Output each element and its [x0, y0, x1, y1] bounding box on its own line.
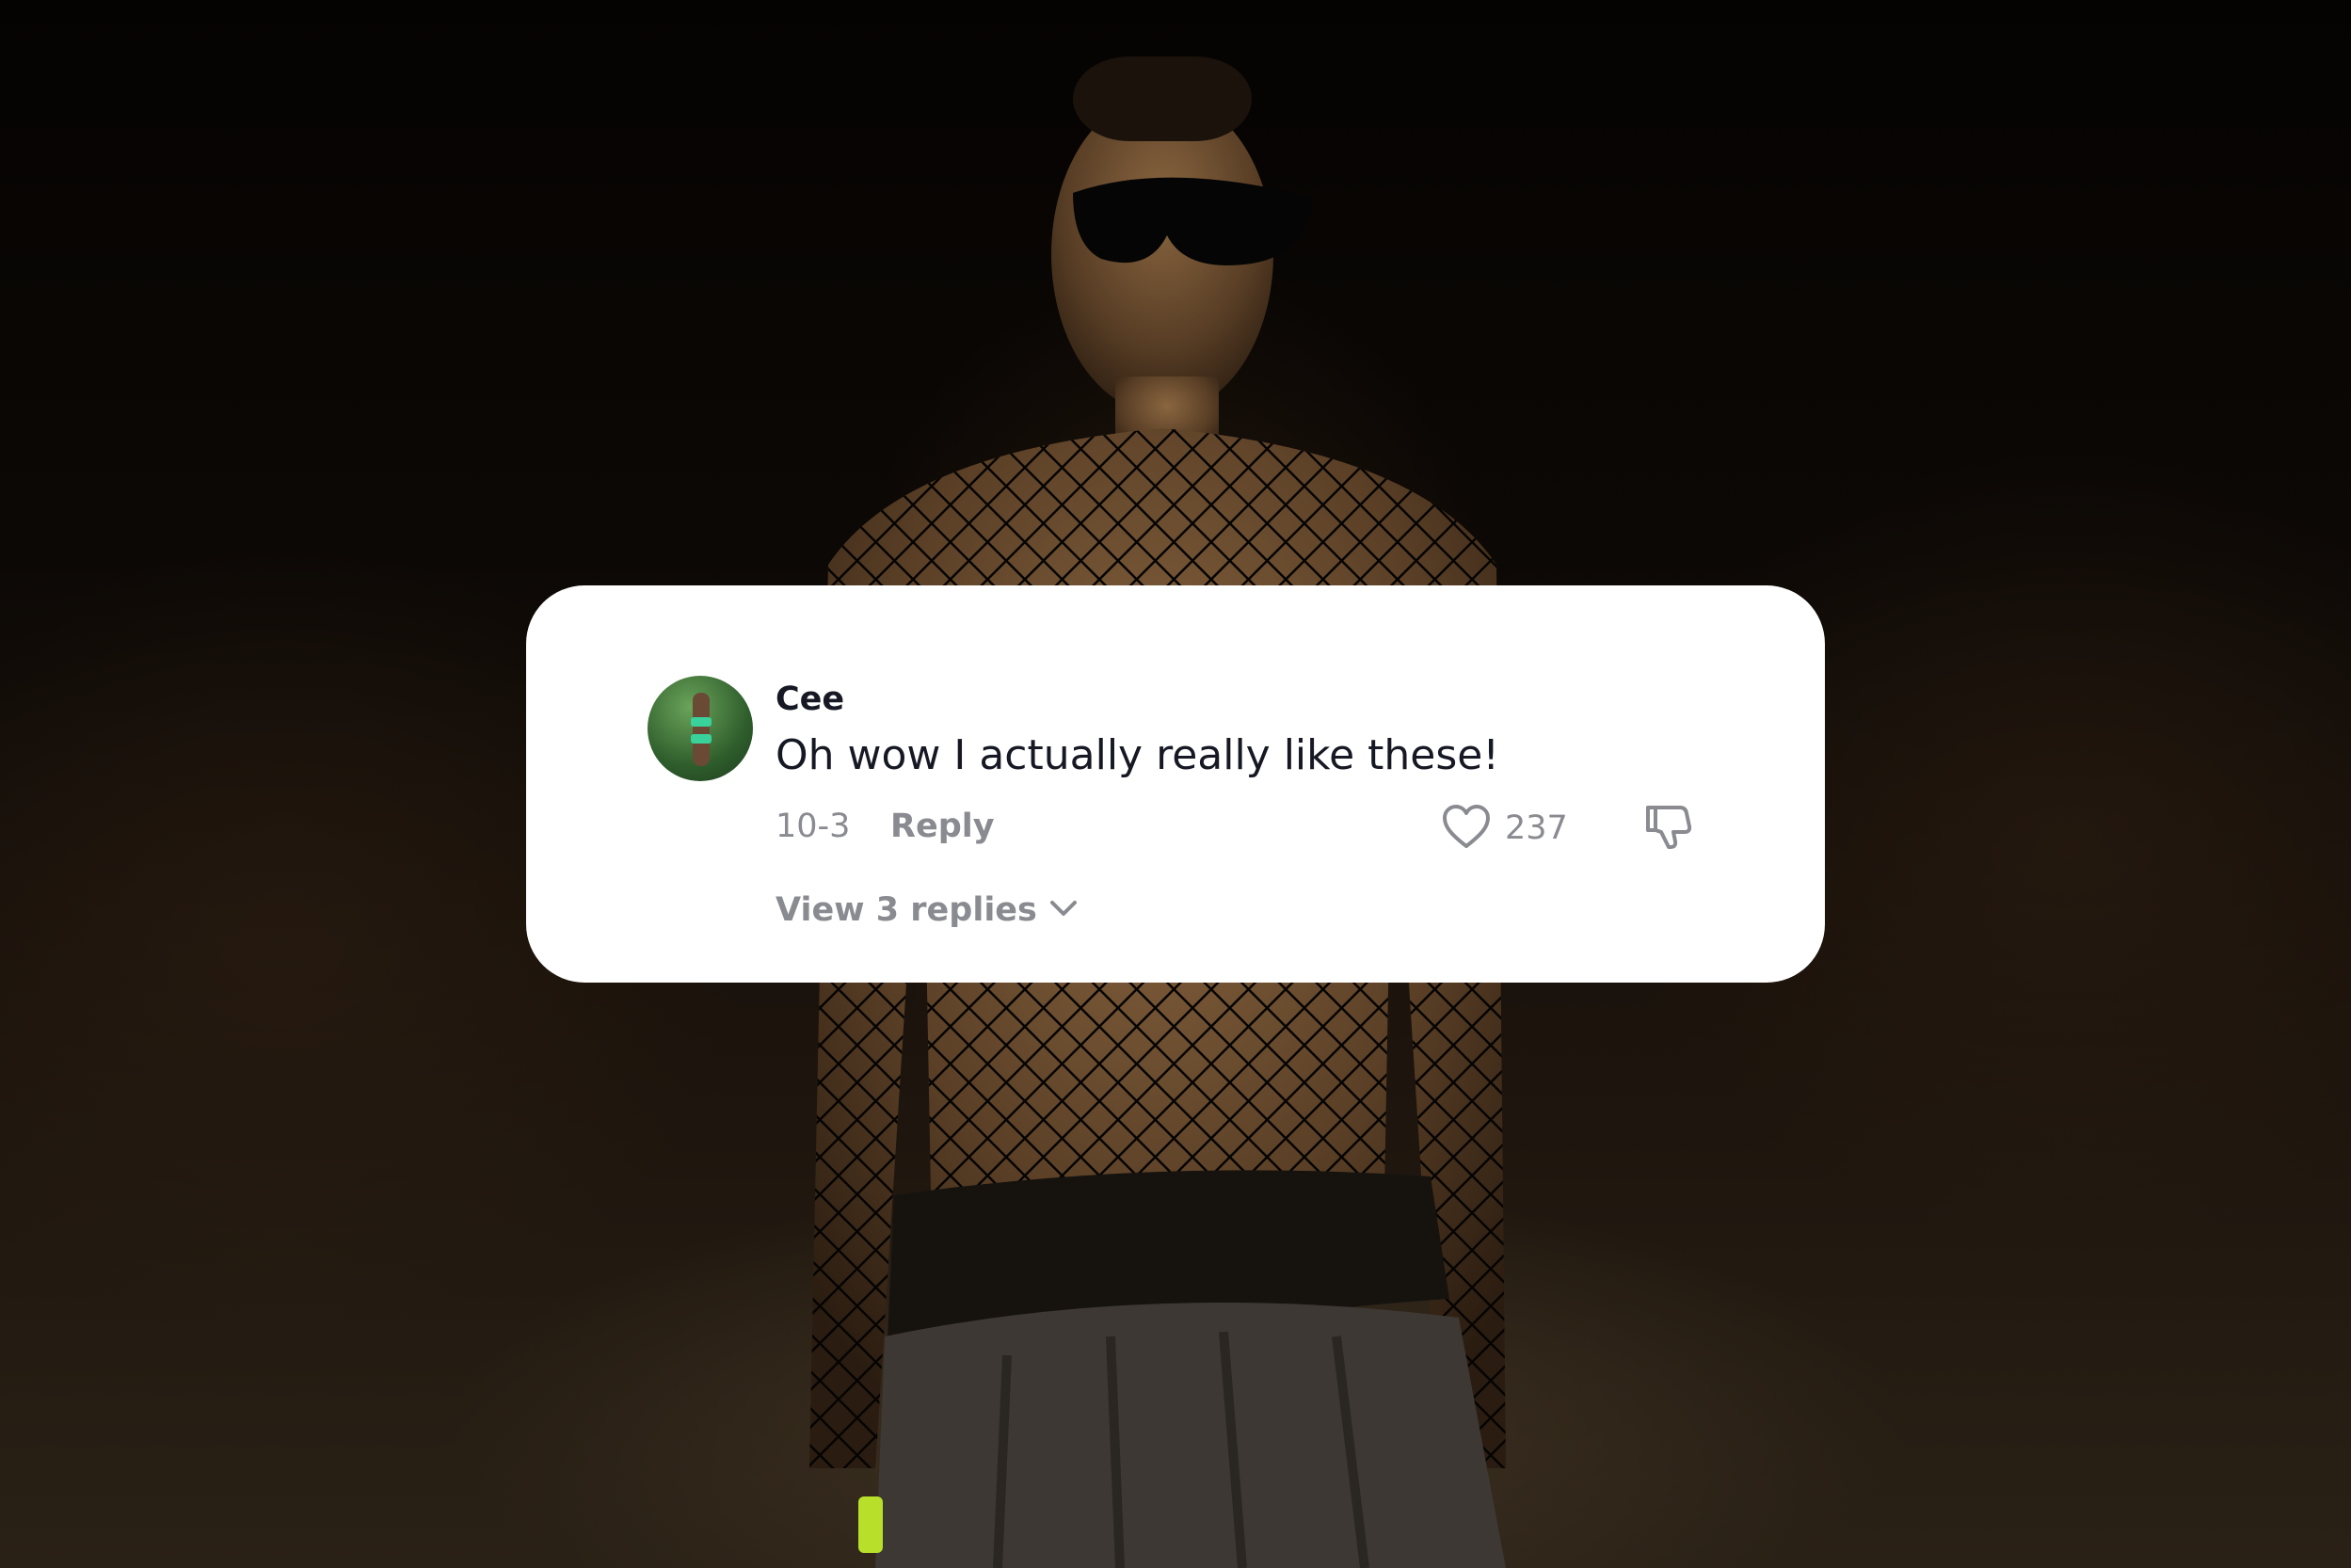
reply-button[interactable]: Reply	[890, 808, 995, 845]
view-replies-label: View 3 replies	[776, 891, 1037, 929]
view-replies-button[interactable]: View 3 replies	[776, 888, 1079, 932]
heart-icon	[1441, 803, 1492, 854]
like-button[interactable]: 237	[1441, 802, 1568, 855]
like-count: 237	[1505, 809, 1568, 847]
avatar[interactable]	[648, 676, 753, 781]
thumbs-down-icon	[1642, 806, 1695, 856]
comment-date: 10-3	[776, 808, 851, 845]
chevron-down-icon	[1048, 898, 1079, 922]
dislike-button[interactable]	[1642, 800, 1695, 853]
comment-card: Cee Oh wow I actually really like these!…	[526, 585, 1825, 983]
comment-text: Oh wow I actually really like these!	[776, 731, 1499, 779]
comment-username[interactable]: Cee	[776, 680, 844, 718]
